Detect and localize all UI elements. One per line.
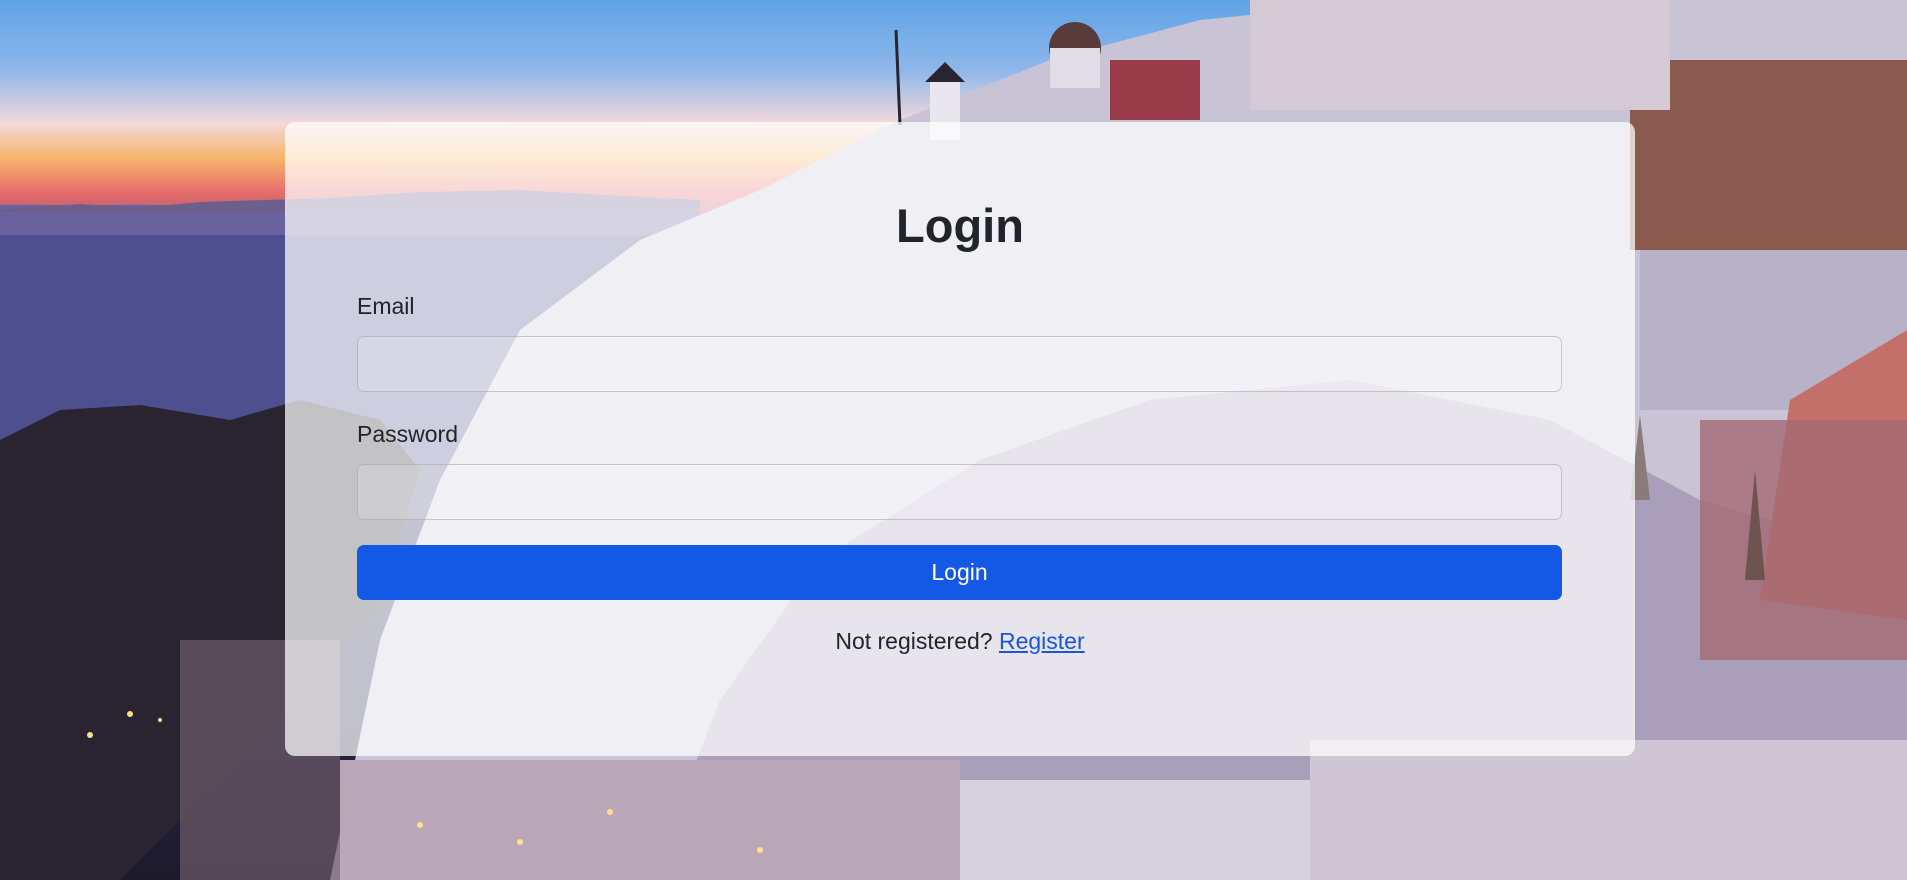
login-card: Login Email Password Login Not registere… bbox=[285, 122, 1635, 756]
email-label: Email bbox=[357, 293, 415, 319]
password-field[interactable] bbox=[357, 464, 1562, 520]
register-link[interactable]: Register bbox=[999, 628, 1085, 654]
register-prompt-text: Not registered? bbox=[835, 628, 993, 654]
password-label: Password bbox=[357, 421, 458, 447]
login-button[interactable]: Login bbox=[357, 545, 1562, 600]
email-field[interactable] bbox=[357, 336, 1562, 392]
login-title: Login bbox=[896, 199, 1024, 252]
register-prompt: Not registered? Register bbox=[285, 628, 1635, 655]
